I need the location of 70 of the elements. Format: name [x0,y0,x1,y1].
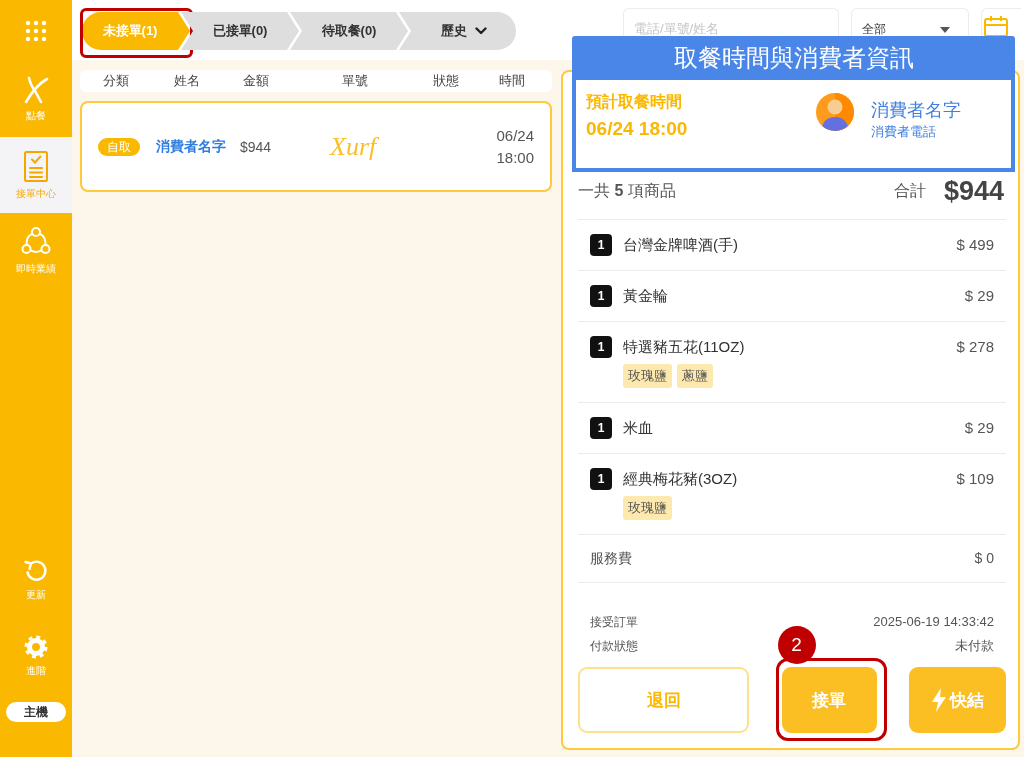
pickup-time: 06/24 18:00 [586,118,689,140]
sidebar-item[interactable]: 點餐 [0,61,72,137]
item-price: $ 29 [964,286,994,306]
column-header: 狀態 [432,72,460,90]
info-label: 付款狀態 [590,638,638,655]
avatar-icon [816,93,854,131]
host-button[interactable]: 主機 [6,702,66,722]
order-date: 06/24 [496,125,534,146]
order-type-badge: 自取 [98,137,140,156]
tab[interactable]: 待取餐(0) [290,12,408,50]
info-value: 2025-06-19 14:33:42 [873,613,994,631]
quantity-badge: 1 [590,336,612,358]
fee-label: 服務費 [590,549,632,568]
info-value: 未付款 [955,637,994,655]
quantity-badge: 1 [590,468,612,490]
quantity-badge: 1 [590,234,612,256]
item-price: $ 499 [956,235,994,255]
item-name: 特選豬五花(11OZ) [623,337,746,357]
item-name: 經典梅花豬(3OZ) [623,469,739,489]
item-count: 一共 5 項商品 [578,181,676,201]
apps-grid-icon[interactable] [25,19,47,42]
item-price: $ 109 [956,469,994,489]
callout-title: 取餐時間與消費者資訊 [572,36,1015,80]
column-header: 時間 [498,72,526,90]
order-time: 18:00 [496,147,534,168]
calendar-icon [984,15,1008,36]
quantity-badge: 1 [590,417,612,439]
item-price: $ 278 [956,337,994,357]
sidebar-item[interactable]: 更新 [0,552,72,608]
item-price: $ 29 [964,418,994,438]
tab[interactable]: 歷史 [399,12,516,50]
sidebar-item[interactable]: 即時業績 [0,213,72,289]
return-button[interactable]: 退回 [578,667,749,733]
accept-order-button[interactable]: 接單 [781,667,877,733]
column-header: 姓名 [173,72,201,90]
pickup-label: 預計取餐時間 [586,92,683,112]
total-amount: $944 [943,176,1004,207]
customer-phone: 消費者電話 [871,123,937,141]
item-name: 台灣金牌啤酒(手) [623,235,739,255]
modifier-tag: 玫瑰鹽 [623,364,672,388]
item-name: 米血 [623,418,654,438]
modifier-tag: 玫瑰鹽 [623,496,672,520]
column-header: 單號 [341,72,369,90]
fee-amount: $ 0 [974,549,994,568]
column-header: 金額 [242,72,270,90]
tab[interactable]: 已接單(0) [181,12,299,50]
three-node-ring-icon [21,227,51,257]
modifier-tag: 蔥鹽 [677,364,713,388]
column-header: 分類 [102,72,130,90]
info-label: 接受訂單 [590,614,638,631]
total-label: 合計 [893,181,926,201]
chevron-down-icon [474,27,487,35]
lightning-bolt-icon [931,688,947,712]
tab[interactable]: 未接單(1) [82,12,190,50]
brand-logo: Xurf [328,131,377,162]
refresh-icon [23,559,49,583]
settings-icon [24,635,48,659]
sidebar-item[interactable]: 進階 [0,628,72,684]
order-amount: $944 [240,138,273,155]
order-card[interactable]: 自取 消費者名字 $944 Xurf 06/24 18:00 [80,101,552,192]
customer-name: 消費者名字 [871,99,961,121]
quantity-badge: 1 [590,285,612,307]
customer-name: 消費者名字 [156,137,227,156]
crossed-utensils-icon [23,76,49,104]
caret-down-icon [940,27,950,33]
clipboard-check-icon [24,150,48,182]
quick-checkout-button[interactable]: 快結 [909,667,1006,733]
step-number-badge: 2 [777,626,816,664]
sidebar-item[interactable]: 接單中心 [0,137,72,213]
item-name: 黃金輪 [623,286,669,306]
